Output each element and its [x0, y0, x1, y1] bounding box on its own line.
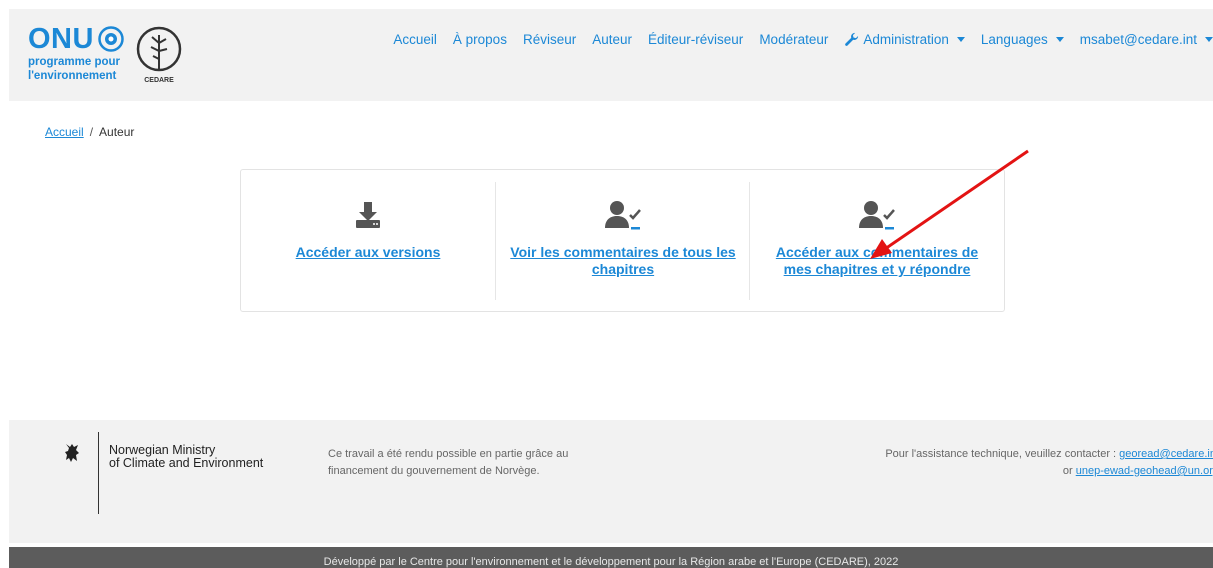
versions-link[interactable]: Accéder aux versions	[253, 244, 483, 261]
chevron-down-icon	[1055, 36, 1064, 42]
all-comments-option: Voir les commentaires de tous les chapit…	[495, 182, 750, 300]
breadcrumb: Accueil / Auteur	[45, 125, 134, 139]
support-email-georead[interactable]: georead@cedare.int	[1119, 448, 1213, 460]
nav-apropos[interactable]: À propos	[453, 32, 507, 47]
nav-languages-label: Languages	[980, 31, 1048, 47]
nav-auteur[interactable]: Auteur	[592, 32, 632, 47]
chevron-down-icon	[1205, 36, 1213, 42]
funding-note: Ce travail a été rendu possible en parti…	[328, 446, 628, 480]
bottom-credit-bar: Développé par le Centre pour l'environne…	[9, 547, 1213, 568]
user-check-icon	[605, 201, 641, 230]
nav-accueil[interactable]: Accueil	[393, 32, 437, 47]
nav-editeur-reviseur[interactable]: Éditeur-réviseur	[648, 32, 743, 47]
breadcrumb-separator: /	[89, 125, 94, 139]
support-prefix: Pour l'assistance technique, veuillez co…	[885, 448, 1120, 460]
nav-languages-dropdown[interactable]: Languages	[981, 32, 1064, 47]
header: ONU programme pour l'environnement CEDAR…	[9, 9, 1213, 101]
funding-line1: Ce travail a été rendu possible en parti…	[328, 448, 569, 460]
breadcrumb-current: Auteur	[99, 125, 135, 139]
logo-sub-line1: programme pour	[28, 56, 121, 68]
versions-option: Accéder aux versions	[241, 182, 495, 300]
support-email-unep[interactable]: unep-ewad-geohead@un.org	[1076, 465, 1213, 477]
nav-user-dropdown[interactable]: msabet@cedare.int	[1080, 32, 1213, 47]
author-actions-card: Accéder aux versions Voir les commentair…	[240, 169, 1005, 312]
breadcrumb-home-link[interactable]: Accueil	[45, 125, 84, 139]
chevron-down-icon	[956, 36, 965, 42]
support-or: or	[1062, 465, 1076, 477]
download-icon	[356, 202, 380, 228]
my-comments-option: Accéder aux commentaires de mes chapitre…	[749, 182, 1004, 300]
cedare-label: CEDARE	[144, 77, 174, 84]
ministry-line2: of Climate and Environment	[109, 456, 264, 470]
nav-administration-dropdown[interactable]: Administration	[844, 32, 965, 47]
wrench-icon	[845, 32, 859, 46]
ministry-divider	[98, 432, 99, 514]
unep-logo[interactable]: ONU programme pour l'environnement	[28, 24, 124, 82]
logo-onu-text: ONU	[28, 23, 94, 55]
user-check-icon	[859, 201, 895, 230]
cedare-tree-icon[interactable]: CEDARE	[135, 25, 183, 85]
norway-lion-icon	[65, 444, 79, 462]
my-comments-link[interactable]: Accéder aux commentaires de mes chapitre…	[762, 244, 992, 278]
ministry-name: Norwegian Ministry of Climate and Enviro…	[109, 444, 263, 470]
all-comments-link[interactable]: Voir les commentaires de tous les chapit…	[508, 244, 738, 278]
nav-moderateur[interactable]: Modérateur	[759, 32, 828, 47]
nav-user-label: msabet@cedare.int	[1079, 31, 1197, 47]
support-contact: Pour l'assistance technique, veuillez co…	[885, 446, 1213, 480]
main-nav: Accueil À propos Réviseur Auteur Éditeur…	[393, 9, 1213, 69]
footer: Norwegian Ministry of Climate and Enviro…	[9, 420, 1213, 543]
nav-administration-label: Administration	[863, 31, 949, 47]
credit-text: Développé par le Centre pour l'environne…	[323, 556, 899, 568]
nav-reviseur[interactable]: Réviseur	[523, 32, 576, 47]
logo-sub-line2: l'environnement	[28, 70, 117, 82]
funding-line2: financement du gouvernement de Norvège.	[328, 465, 540, 477]
un-emblem-icon	[98, 26, 124, 52]
